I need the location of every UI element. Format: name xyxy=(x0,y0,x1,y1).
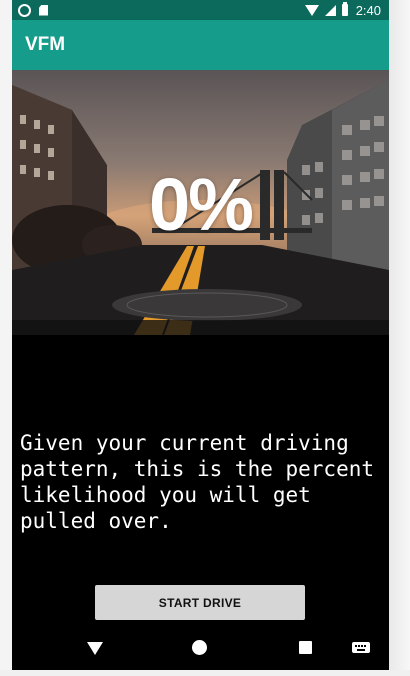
phone-screen: 2:40 VFM 0% Given your current driving p… xyxy=(12,0,389,670)
signal-icon xyxy=(324,4,336,16)
wifi-icon xyxy=(304,4,319,16)
sd-card-icon xyxy=(39,4,48,16)
navigation-bar xyxy=(12,628,389,670)
likelihood-percent: 0% xyxy=(149,163,254,246)
right-bezel xyxy=(389,0,410,676)
likelihood-description: Given your current driving pattern, this… xyxy=(20,431,375,533)
keyboard-icon[interactable] xyxy=(352,642,370,653)
app-title: VFM xyxy=(25,34,66,55)
battery-icon xyxy=(341,2,348,16)
status-time: 2:40 xyxy=(355,2,381,18)
hero-image: 0% xyxy=(12,70,389,335)
home-icon[interactable] xyxy=(192,640,207,655)
circle-icon xyxy=(18,3,31,17)
start-drive-button[interactable]: START DRIVE xyxy=(95,585,305,620)
left-bezel xyxy=(0,0,12,676)
app-bar: VFM xyxy=(12,20,389,70)
back-icon[interactable] xyxy=(87,642,103,655)
bottom-bezel xyxy=(0,670,410,676)
status-bar: 2:40 xyxy=(12,0,389,20)
recents-icon[interactable] xyxy=(299,641,312,654)
